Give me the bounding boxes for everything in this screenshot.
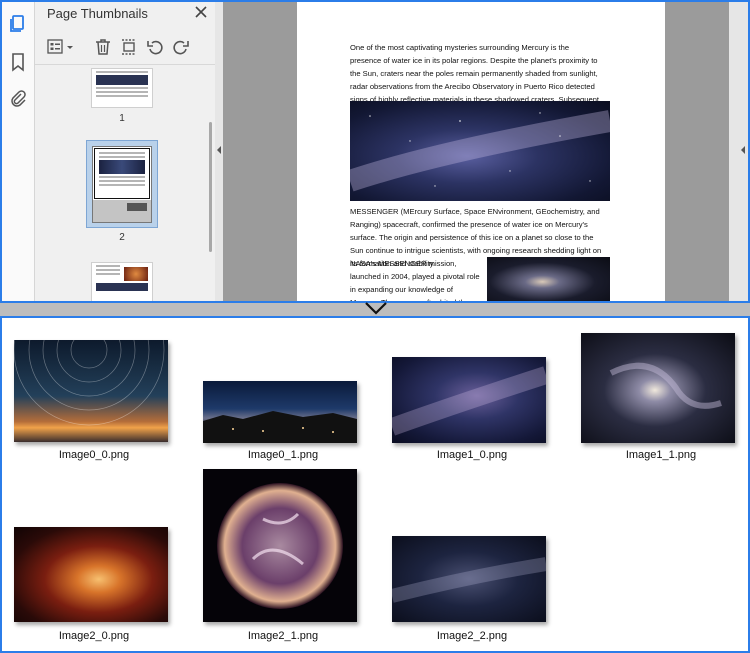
image-file-name: Image2_1.png: [247, 630, 319, 642]
paragraph-3: NASA's MESSENGER mission, launched in 20…: [350, 259, 480, 303]
image-thumbnail: [203, 469, 357, 622]
page-thumbnail-2-selected[interactable]: [86, 140, 158, 228]
extracted-images-folder: Image0_0.png Image0_1.png Image1_0.png I…: [0, 316, 750, 653]
document-page: One of the most captivating mysteries su…: [297, 2, 665, 303]
page-thumbnails-panel: Page Thumbnails 1 2: [35, 2, 215, 301]
image-file-name: Image1_1.png: [625, 449, 697, 461]
panel-title: Page Thumbnails: [47, 6, 148, 21]
delete-icon[interactable]: [93, 37, 113, 57]
pages-icon[interactable]: [8, 14, 28, 34]
pdf-viewer-window: Page Thumbnails 1 2 One of the most capt…: [0, 0, 750, 303]
image-file-name: Image1_0.png: [436, 449, 508, 461]
image-thumbnail: [203, 381, 357, 443]
image-file-name: Image0_1.png: [247, 449, 319, 461]
attachment-icon[interactable]: [8, 88, 28, 108]
options-menu-icon[interactable]: [47, 37, 75, 57]
rotate-left-icon[interactable]: [145, 37, 165, 57]
milky-way-image: [350, 101, 610, 201]
extract-icon[interactable]: [119, 37, 139, 57]
collapse-right-icon[interactable]: [740, 146, 746, 154]
rotate-right-icon[interactable]: [171, 37, 191, 57]
right-pane-handle[interactable]: [729, 2, 748, 301]
page-thumbnail-1[interactable]: [91, 68, 153, 108]
bookmark-icon[interactable]: [8, 52, 28, 72]
image-thumbnail: [392, 357, 546, 443]
panel-splitter[interactable]: [215, 2, 223, 301]
collapse-left-icon[interactable]: [216, 146, 222, 154]
thumbnails-toolbar: [35, 30, 215, 65]
image-file-name: Image2_0.png: [58, 630, 130, 642]
galaxy-image: [487, 257, 610, 301]
page-number-2: 2: [119, 232, 125, 243]
close-icon[interactable]: [194, 5, 208, 19]
image-file-name: Image0_0.png: [58, 449, 130, 461]
page-number-1: 1: [119, 113, 125, 124]
image-thumbnail: [581, 333, 735, 443]
navigation-rail: [2, 2, 35, 301]
image-thumbnail: [14, 340, 168, 442]
image-file-name: Image2_2.png: [436, 630, 508, 642]
image-thumbnail: [392, 536, 546, 622]
image-thumbnail: [14, 527, 168, 622]
page-thumbnail-3[interactable]: [91, 262, 153, 301]
thumbnails-scrollbar[interactable]: [209, 122, 212, 252]
